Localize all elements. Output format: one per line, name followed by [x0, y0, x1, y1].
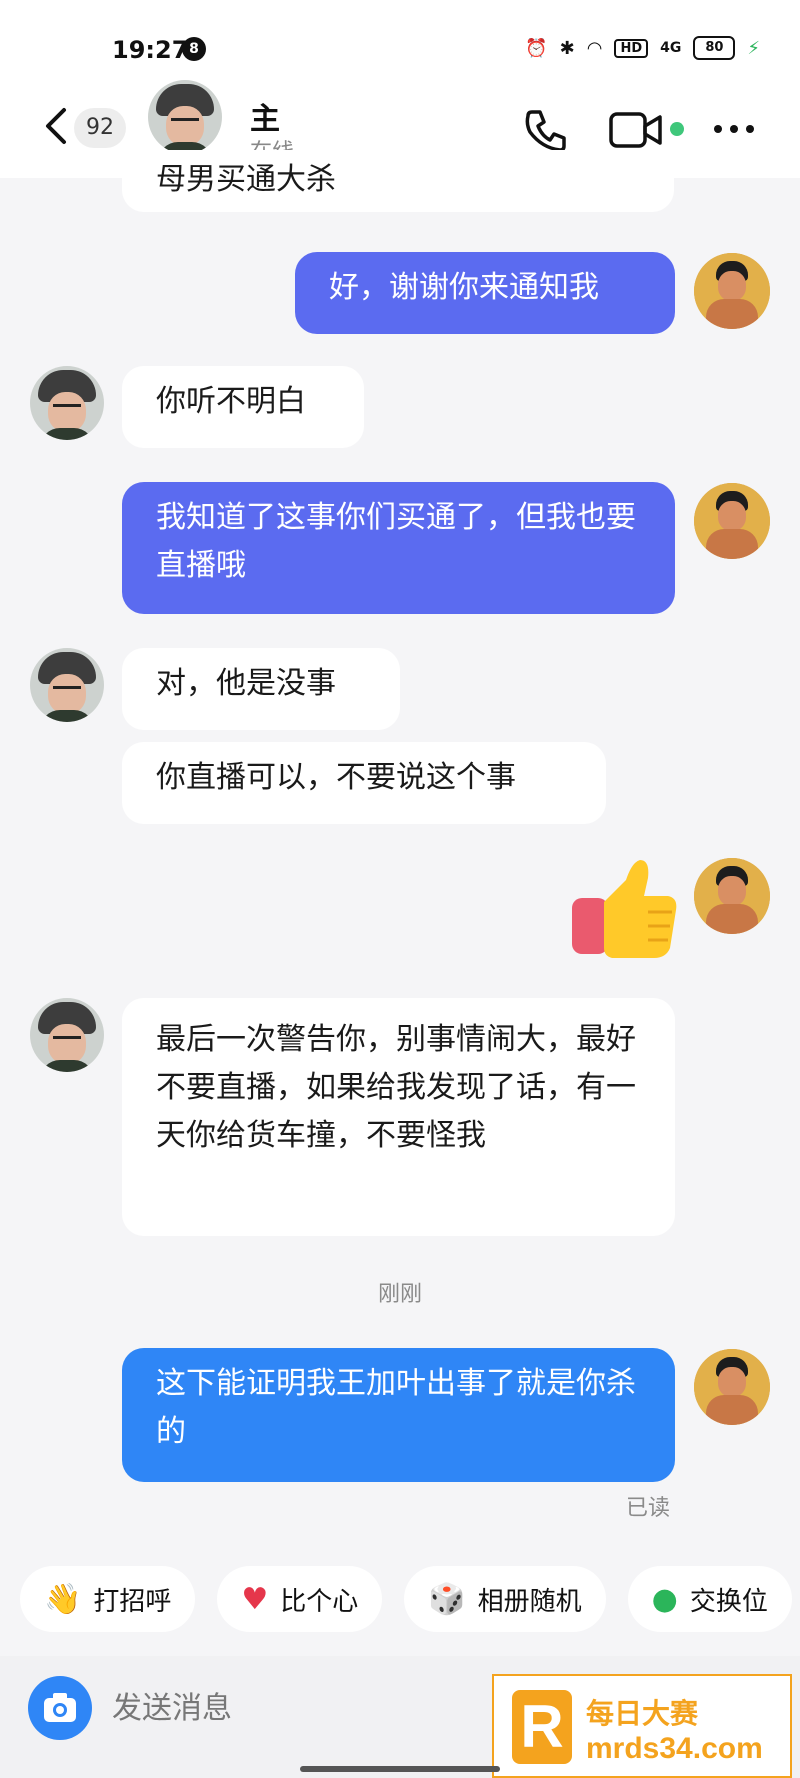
more-options-button[interactable] — [714, 114, 764, 144]
thumbs-up-sticker[interactable] — [568, 856, 680, 962]
notification-badge: 8 — [182, 37, 206, 61]
back-arrow-icon — [46, 108, 66, 144]
message-incoming[interactable]: 你听不明白 — [122, 366, 364, 448]
message-outgoing[interactable]: 这下能证明我王加叶出事了就是你杀的 — [122, 1348, 675, 1482]
chip-label: 相册随机 — [477, 1586, 582, 1617]
contact-avatar[interactable] — [30, 366, 104, 440]
status-icons: ⏰ ✱ ◠ HD 4G 80 ⚡ — [525, 36, 760, 60]
self-avatar[interactable] — [694, 1349, 770, 1425]
more-dot-icon — [714, 125, 722, 133]
chip-greet[interactable]: 👋 打招呼 — [20, 1566, 196, 1632]
charging-icon: ⚡ — [747, 37, 760, 59]
contact-name: 主 — [250, 102, 280, 137]
watermark-url: mrds34.com — [586, 1732, 763, 1765]
quick-actions-bar: 👋 打招呼 ♥ 比个心 🎲 相册随机 ● 交换位 — [20, 1566, 792, 1632]
chip-label: 比个心 — [280, 1586, 359, 1617]
chip-heart[interactable]: ♥ 比个心 — [217, 1566, 383, 1632]
location-icon: ● — [651, 1581, 678, 1617]
message-outgoing[interactable]: 好，谢谢你来通知我 — [295, 252, 675, 334]
network-label: 4G — [660, 40, 682, 56]
message-timestamp: 刚刚 — [377, 1282, 422, 1307]
status-time: 19:27 — [112, 36, 189, 64]
video-call-button[interactable] — [608, 108, 664, 152]
watermark-title: 每日大赛 — [586, 1697, 699, 1730]
bluetooth-icon: ✱ — [559, 37, 575, 59]
dice-icon: 🎲 — [428, 1581, 466, 1617]
watermark: R 每日大赛 mrds34.com — [492, 1674, 792, 1778]
heart-icon: ♥ — [241, 1581, 269, 1617]
contact-avatar[interactable] — [30, 998, 104, 1072]
voice-call-button[interactable] — [522, 106, 570, 154]
camera-button[interactable] — [28, 1676, 92, 1740]
chip-label: 交换位 — [689, 1586, 768, 1617]
message-incoming[interactable]: 母男买通大杀 — [122, 150, 674, 212]
battery-icon: 80 — [693, 36, 736, 60]
status-bar: 19:27 8 ⏰ ✱ ◠ HD 4G 80 ⚡ — [0, 0, 800, 90]
read-receipt: 已读 — [626, 1496, 671, 1521]
message-outgoing[interactable]: 我知道了这事你们买通了，但我也要直播哦 — [122, 482, 675, 614]
wifi-icon: ◠ — [586, 37, 603, 59]
online-indicator — [670, 122, 684, 136]
alarm-icon: ⏰ — [525, 37, 548, 59]
chip-random-album[interactable]: 🎲 相册随机 — [404, 1566, 606, 1632]
contact-avatar[interactable] — [148, 80, 222, 154]
phone-icon — [525, 110, 566, 152]
camera-icon — [44, 1693, 76, 1722]
message-incoming[interactable]: 最后一次警告你，别事情闹大，最好不要直播，如果给我发现了话，有一天你给货车撞，不… — [122, 998, 675, 1236]
chip-exchange-location[interactable]: ● 交换位 — [627, 1566, 792, 1632]
video-camera-icon — [609, 112, 662, 148]
message-input[interactable] — [110, 1678, 534, 1740]
hd-icon: HD — [614, 38, 649, 58]
unread-count-badge: 92 — [74, 108, 126, 148]
watermark-logo: R — [512, 1690, 572, 1764]
self-avatar[interactable] — [694, 483, 770, 559]
self-avatar[interactable] — [694, 253, 770, 329]
message-incoming[interactable]: 对，他是没事 — [122, 648, 400, 730]
chip-label: 打招呼 — [93, 1586, 172, 1617]
wave-icon: 👋 — [44, 1581, 82, 1617]
self-avatar[interactable] — [694, 858, 770, 934]
contact-avatar[interactable] — [30, 648, 104, 722]
message-incoming[interactable]: 你直播可以，不要说这个事 — [122, 742, 606, 824]
thumbs-up-icon — [572, 860, 677, 958]
home-indicator[interactable] — [300, 1766, 500, 1772]
